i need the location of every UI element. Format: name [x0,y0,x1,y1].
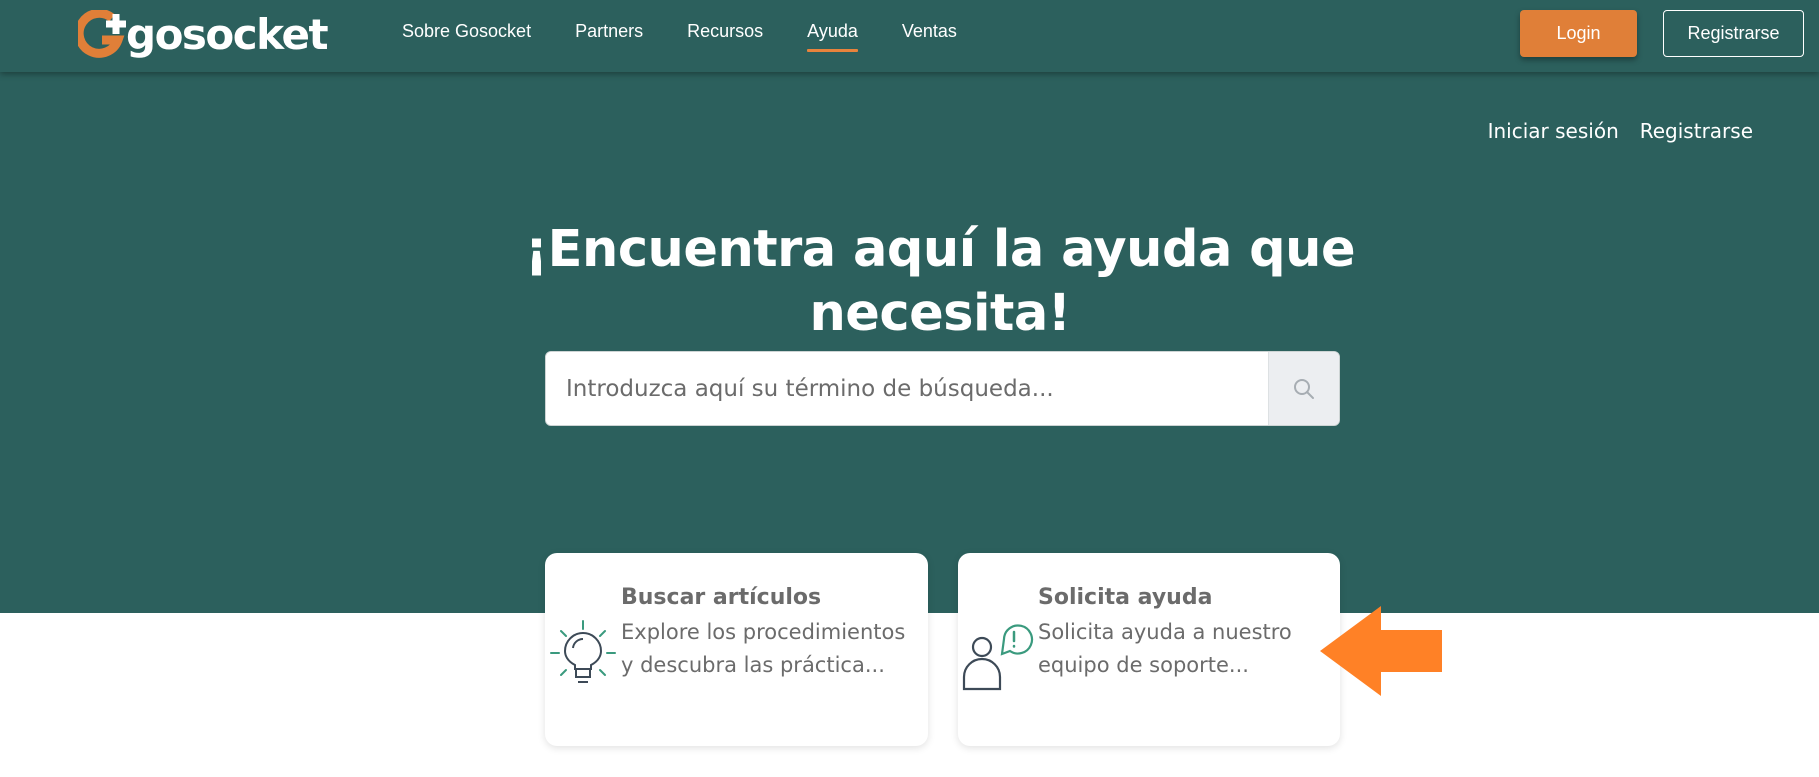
main-nav: Sobre Gosocket Partners Recursos Ayuda V… [380,0,979,72]
nav-item-partners[interactable]: Partners [553,0,665,72]
card-icon-wrapper [545,553,621,746]
nav-item-sobre-gosocket[interactable]: Sobre Gosocket [380,0,553,72]
register-link[interactable]: Registrarse [1640,119,1753,143]
person-alert-icon [962,623,1034,690]
hero-title-line-2: necesita! [809,284,1071,343]
gosocket-logo[interactable]: gosocket [78,10,329,60]
card-body: Solicita ayuda Solicita ayuda a nuestro … [1038,553,1340,746]
user-links: Iniciar sesión Registrarse [1488,119,1753,143]
annotation-arrow-left [1320,606,1442,696]
search-articles-card[interactable]: Buscar artículos Explore los procedimien… [545,553,928,746]
sign-in-link[interactable]: Iniciar sesión [1488,119,1619,143]
gosocket-g-plus-logo-icon [78,10,126,58]
logo-text: gosocket [126,10,329,59]
nav-item-ventas[interactable]: Ventas [880,0,979,72]
top-navbar: gosocket Sobre Gosocket Partners Recurso… [0,0,1819,72]
card-body: Buscar artículos Explore los procedimien… [621,553,928,746]
card-description: Solicita ayuda a nuestro equipo de sopor… [1038,620,1292,677]
hero-title-line-1: ¡Encuentra aquí la ayuda que [524,220,1356,279]
card-title: Solicita ayuda [1038,585,1213,610]
login-button[interactable]: Login [1520,10,1637,57]
nav-item-ayuda[interactable]: Ayuda [785,0,880,72]
card-icon-wrapper [958,553,1038,746]
search-bar [545,351,1340,426]
register-button[interactable]: Registrarse [1663,10,1804,57]
search-icon [1294,378,1314,399]
lightbulb-icon [550,619,616,683]
search-button[interactable] [1268,352,1339,425]
request-help-card[interactable]: Solicita ayuda Solicita ayuda a nuestro … [958,553,1340,746]
nav-item-recursos[interactable]: Recursos [665,0,785,72]
search-input[interactable] [546,352,1268,425]
card-description: Explore los procedimientos y descubra la… [621,620,906,677]
card-title: Buscar artículos [621,585,822,610]
hero-title: ¡Encuentra aquí la ayuda que necesita! [460,218,1420,346]
